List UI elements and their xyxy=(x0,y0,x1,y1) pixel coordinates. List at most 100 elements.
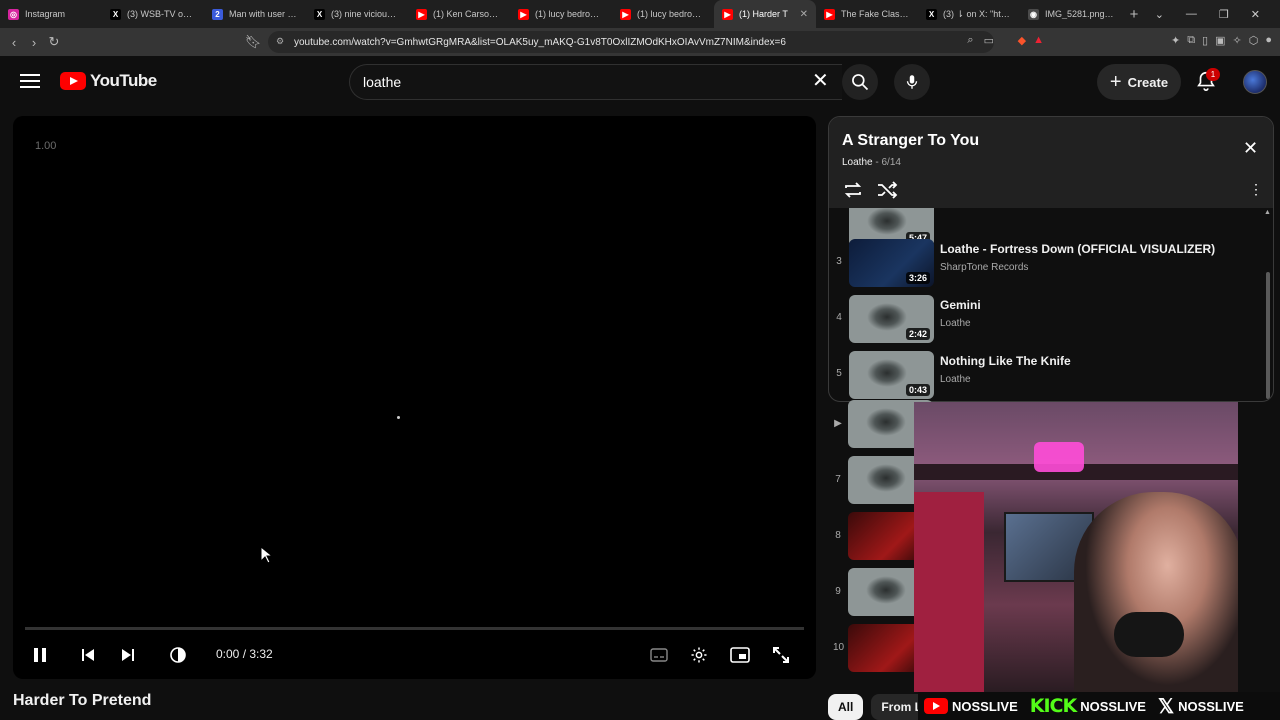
browser-tab[interactable]: ▶ (1) Harder T ✕ xyxy=(714,0,816,28)
playlist-item[interactable]: 4 2:42 Gemini Loathe xyxy=(829,293,1265,347)
playlist-item[interactable]: 8 xyxy=(828,510,933,564)
browser-tab[interactable]: ◎ Instagram xyxy=(0,0,102,28)
banner-name-kick: NOSSLIVE xyxy=(1080,698,1146,714)
extension-icon[interactable]: ✦ xyxy=(1171,34,1180,47)
tab-title: (1) Harder T xyxy=(739,9,788,19)
playlist-item[interactable]: ▶ xyxy=(828,398,933,452)
brave-shield-icon[interactable]: ◆ xyxy=(1018,34,1026,47)
playlist-item-thumbnail[interactable]: 3:26 xyxy=(849,239,934,287)
playlist-item[interactable]: 7 xyxy=(828,454,933,508)
volume-icon xyxy=(170,647,186,663)
close-tab-icon[interactable]: ✕ xyxy=(800,9,808,20)
tab-search-icon[interactable]: ⌄ xyxy=(1155,8,1164,21)
browser-tab[interactable]: ▶ (1) lucy bedroque - xyxy=(510,0,612,28)
leo-icon[interactable]: ✧ xyxy=(1233,34,1242,47)
rewards-icon[interactable]: ▲ xyxy=(1033,34,1044,47)
wallet-icon[interactable]: ▣ xyxy=(1215,34,1225,47)
more-options-icon[interactable]: ⋮ xyxy=(1249,181,1263,198)
fullscreen-icon xyxy=(773,647,789,663)
vpn-icon[interactable]: ⬡ xyxy=(1249,34,1259,47)
site-info-icon[interactable]: ⚙ xyxy=(276,36,284,47)
playlist-item-index: 4 xyxy=(836,312,842,323)
puzzle-icon[interactable]: ⧉ xyxy=(1187,34,1195,47)
forward-icon[interactable]: › xyxy=(24,35,44,50)
youtube-logo[interactable]: YouTube xyxy=(60,71,157,91)
next-button[interactable] xyxy=(115,642,141,668)
video-player[interactable]: 1.00 0:00 / 3:32 xyxy=(13,116,816,679)
restore-icon[interactable]: ❐ xyxy=(1219,8,1229,21)
tab-favicon-icon: ▶ xyxy=(416,8,427,20)
settings-button[interactable] xyxy=(686,642,712,668)
tab-title: (3) WSB-TV on X: "I xyxy=(127,9,196,19)
fullscreen-button[interactable] xyxy=(768,642,794,668)
sidebar-icon[interactable]: ▯ xyxy=(1202,34,1208,47)
browser-tab[interactable]: X (3) nine vicious - So xyxy=(306,0,408,28)
volume-button[interactable] xyxy=(165,642,191,668)
playlist-subtitle: Loathe - 6/14 xyxy=(842,157,901,168)
playlist-scrollbar[interactable] xyxy=(1266,272,1270,399)
shuffle-icon[interactable] xyxy=(876,180,898,200)
tab-favicon-icon: ◎ xyxy=(8,8,19,20)
playlist-item[interactable]: 10 xyxy=(828,622,933,676)
cast-icon[interactable]: ▭ xyxy=(984,34,994,47)
previous-button[interactable] xyxy=(75,642,101,668)
window-controls: ⌄ — ❐ ✕ xyxy=(1155,0,1280,28)
duration-badge: 0:43 xyxy=(905,384,930,396)
playlist-item-thumbnail[interactable]: 2:42 xyxy=(849,295,934,343)
browser-tab[interactable]: 2 Man with user nam xyxy=(204,0,306,28)
back-icon[interactable]: ‹ xyxy=(4,35,24,50)
pause-button[interactable] xyxy=(27,642,53,668)
streamer-webcam xyxy=(914,402,1238,692)
search-button[interactable] xyxy=(842,64,878,100)
playlist-item-index: ▶ xyxy=(834,418,842,429)
bookmark-icon[interactable]: 🔖︎ xyxy=(243,34,263,50)
playlist-title[interactable]: A Stranger To You xyxy=(842,132,979,150)
playlist-header: A Stranger To You Loathe - 6/14 ✕ ⋮ xyxy=(829,117,1273,208)
create-label: Create xyxy=(1127,74,1169,90)
minimize-icon[interactable]: — xyxy=(1186,8,1197,20)
youtube-wordmark: YouTube xyxy=(90,71,157,90)
search-input[interactable]: loathe xyxy=(349,64,842,100)
browser-tab[interactable]: ◉ IMG_5281.png (428 xyxy=(1020,0,1122,28)
chip-all[interactable]: All xyxy=(828,694,864,720)
browser-tab[interactable]: ▶ (1) lucy bedroque xyxy=(612,0,714,28)
playlist-item[interactable]: 5 0:43 Nothing Like The Knife Loathe xyxy=(829,349,1265,401)
reload-icon[interactable]: ↻ xyxy=(44,34,64,50)
address-bar[interactable]: ⚙ youtube.com/watch?v=GmhwtGRgMRA&list=O… xyxy=(268,31,994,53)
account-avatar[interactable] xyxy=(1243,70,1267,94)
playlist-item[interactable]: 9 xyxy=(828,566,933,620)
zoom-icon[interactable]: ⌕ xyxy=(967,34,973,47)
browser-tab[interactable]: X (3) WSB-TV on X: "I xyxy=(102,0,204,28)
search-query: loathe xyxy=(363,74,402,90)
profile-icon[interactable]: ● xyxy=(1265,34,1272,47)
create-button[interactable]: + Create xyxy=(1097,64,1181,100)
menu-icon[interactable] xyxy=(18,70,42,94)
playlist-item-thumbnail[interactable]: 0:43 xyxy=(849,351,934,399)
scroll-up-icon[interactable]: ▲ xyxy=(1264,209,1271,216)
voice-search-button[interactable] xyxy=(894,64,930,100)
loop-icon[interactable] xyxy=(842,180,864,200)
youtube-logo-icon xyxy=(924,698,948,714)
playlist-item-artist: Loathe xyxy=(940,318,971,329)
video-title: Harder To Pretend xyxy=(13,692,152,709)
browser-tab[interactable]: X (3) ⇂ on X: "https:// xyxy=(918,0,1020,28)
new-tab-icon[interactable]: + xyxy=(1122,6,1146,23)
progress-bar[interactable] xyxy=(25,627,804,630)
notification-badge: 1 xyxy=(1206,68,1220,81)
playlist-item[interactable]: 3 3:26 Loathe - Fortress Down (OFFICIAL VI… xyxy=(829,237,1265,291)
close-playlist-icon[interactable]: ✕ xyxy=(1243,138,1258,159)
browser-tab[interactable]: ▶ The Fake Class Poli xyxy=(816,0,918,28)
microphone-icon xyxy=(906,75,918,89)
playlist-item-title: Loathe - Fortress Down (OFFICIAL VISUALI… xyxy=(940,242,1216,256)
miniplayer-button[interactable] xyxy=(727,642,753,668)
clear-search-icon[interactable]: ✕ xyxy=(812,71,829,91)
playlist-channel[interactable]: Loathe xyxy=(842,157,873,168)
subtitles-button[interactable] xyxy=(646,642,672,668)
playlist-item-index: 3 xyxy=(836,256,842,267)
url-text: youtube.com/watch?v=GmhwtGRgMRA&list=OLA… xyxy=(294,36,786,48)
skip-next-icon xyxy=(122,649,134,661)
plus-icon: + xyxy=(1109,71,1122,93)
browser-tab[interactable]: ▶ (1) Ken Carson - 9 t xyxy=(408,0,510,28)
playlist-panel: 5:47Loathe33:26Loathe - Fortress Down (O… xyxy=(828,116,1274,402)
close-window-icon[interactable]: ✕ xyxy=(1251,8,1260,21)
